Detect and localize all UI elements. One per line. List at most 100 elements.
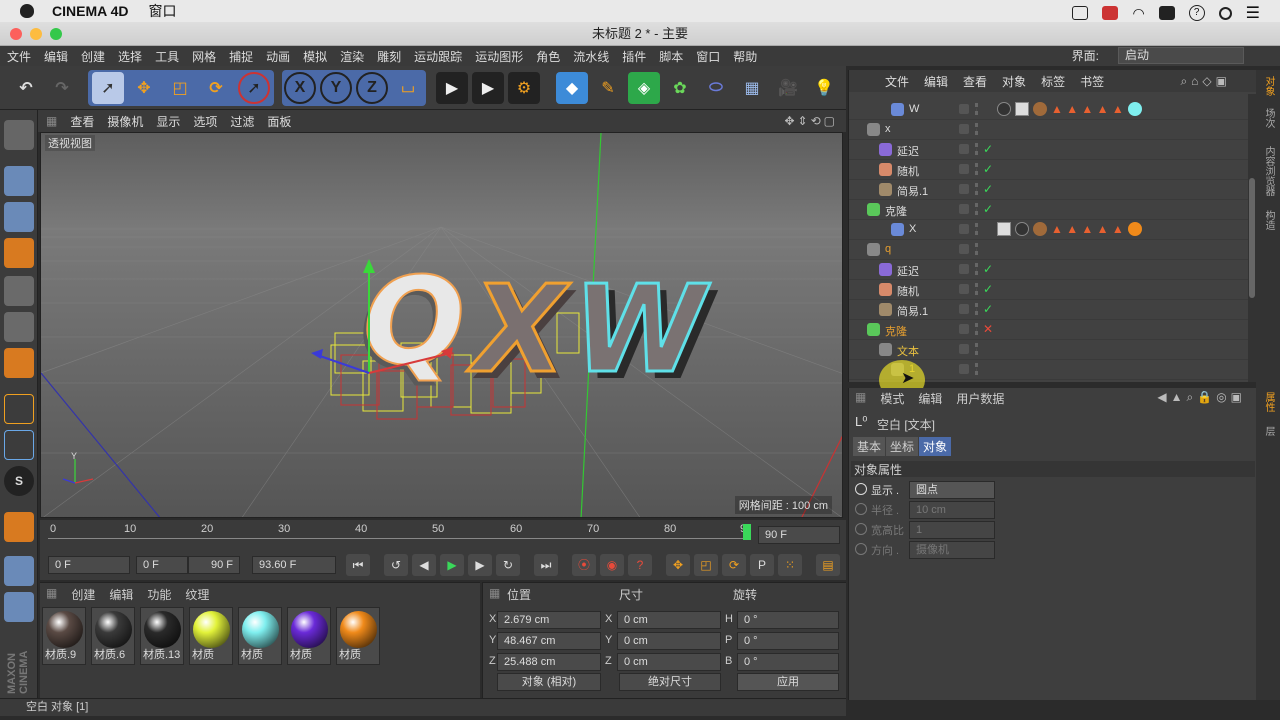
position-field[interactable]: 48.467 cm	[497, 632, 601, 650]
rotate-icon[interactable]: ⟳	[200, 72, 232, 104]
tweak-mode-icon[interactable]	[4, 430, 34, 460]
viewport-menu-display[interactable]: 显示	[156, 113, 180, 130]
timeline-end-field[interactable]: 90 F	[758, 526, 840, 544]
attr-menu-userdata[interactable]: 用户数据	[956, 390, 1004, 407]
object-row[interactable]: 延迟 ✓	[849, 140, 1249, 160]
material-swatch[interactable]: 材质	[336, 607, 380, 665]
menu-snap[interactable]: 捕捉	[229, 48, 253, 65]
coordinate-system-icon[interactable]: ⌴	[392, 72, 424, 104]
obj-menu-view[interactable]: 查看	[963, 73, 987, 90]
x-axis-lock-icon[interactable]: X	[284, 72, 316, 104]
attr-prop-field[interactable]: 1	[909, 521, 995, 539]
side-tab-layers[interactable]: 层	[1260, 426, 1276, 436]
object-row[interactable]: 随机 ✓	[849, 280, 1249, 300]
search-icon[interactable]	[1218, 6, 1232, 20]
material-tag-icon[interactable]	[1015, 222, 1029, 236]
cyan-material-tag-icon[interactable]	[1127, 102, 1142, 116]
menu-edit[interactable]: 编辑	[44, 48, 68, 65]
object-row[interactable]: 随机 ✓	[849, 160, 1249, 180]
size-field[interactable]: 0 cm	[617, 611, 721, 629]
prev-frame-icon[interactable]: ◀	[412, 554, 436, 576]
attr-nav-icons[interactable]: ◀▲⌕🔒◎▣	[1157, 390, 1246, 405]
menu-animate[interactable]: 动画	[266, 48, 290, 65]
side-tab-takes[interactable]: 场次	[1260, 108, 1276, 128]
snap-icon[interactable]: S	[4, 466, 34, 496]
side-tab-structure[interactable]: 构造	[1260, 210, 1276, 230]
apple-icon[interactable]	[20, 4, 34, 18]
redo-icon[interactable]: ↷	[46, 72, 78, 104]
menu-tools[interactable]: 工具	[155, 48, 179, 65]
auto-key-icon[interactable]: ◉	[600, 554, 624, 576]
animate-radio[interactable]	[855, 503, 867, 515]
material-swatch[interactable]: 材质.6	[91, 607, 135, 665]
goto-start-icon[interactable]: ⏮	[346, 554, 370, 576]
layer-icon[interactable]	[959, 204, 969, 214]
position-field[interactable]: 25.488 cm	[497, 653, 601, 671]
z-axis-lock-icon[interactable]: Z	[356, 72, 388, 104]
enabled-check-icon[interactable]: ✓	[983, 302, 993, 316]
tab-object[interactable]: 对象	[919, 437, 952, 456]
y-axis-lock-icon[interactable]: Y	[320, 72, 352, 104]
visibility-dots-icon[interactable]	[975, 103, 979, 115]
obj-menu-objects[interactable]: 对象	[1002, 73, 1026, 90]
enabled-check-icon[interactable]: ✓	[983, 162, 993, 176]
light-icon[interactable]: 💡	[808, 72, 840, 104]
size-field[interactable]: 0 cm	[617, 653, 721, 671]
attr-menu-mode[interactable]: 模式	[880, 390, 904, 407]
checker-tag-icon[interactable]	[1015, 102, 1029, 116]
cloner-icon[interactable]: ✿	[664, 72, 696, 104]
grid-snap-icon[interactable]	[4, 592, 34, 622]
material-tag-icon[interactable]	[997, 102, 1011, 116]
layer-icon[interactable]	[959, 224, 969, 234]
visibility-dots-icon[interactable]	[975, 363, 979, 375]
material-swatch[interactable]: 材质	[238, 607, 282, 665]
render-picture-viewer-icon[interactable]: ▶	[472, 72, 504, 104]
visibility-dots-icon[interactable]	[975, 283, 979, 295]
close-window-button[interactable]	[10, 28, 22, 40]
timeline-window-icon[interactable]: ▤	[816, 554, 840, 576]
obj-menu-file[interactable]: 文件	[885, 73, 909, 90]
material-menu-function[interactable]: 功能	[147, 586, 171, 603]
layer-icon[interactable]	[959, 364, 969, 374]
cube-icon[interactable]: ◆	[556, 72, 588, 104]
help-icon[interactable]: ?	[1188, 5, 1205, 21]
obj-menu-edit[interactable]: 编辑	[924, 73, 948, 90]
visibility-dots-icon[interactable]	[975, 343, 979, 355]
goto-end-icon[interactable]: ⏭	[534, 554, 558, 576]
object-list-scrollbar[interactable]	[1248, 94, 1256, 382]
play-icon[interactable]: ▶	[440, 554, 464, 576]
menu-motion-tracking[interactable]: 运动跟踪	[414, 48, 462, 65]
subdivision-icon[interactable]: ◈	[628, 72, 660, 104]
object-row[interactable]: 克隆 ✓	[849, 200, 1249, 220]
rotation-field[interactable]: 0 °	[737, 632, 839, 650]
menu-plugins[interactable]: 插件	[622, 48, 646, 65]
side-tab-content-browser[interactable]: 内容浏览器	[1260, 146, 1276, 196]
key-parameter-icon[interactable]: P	[750, 554, 774, 576]
visibility-dots-icon[interactable]	[975, 203, 979, 215]
visibility-dots-icon[interactable]	[975, 163, 979, 175]
floor-icon[interactable]: ▦	[736, 72, 768, 104]
viewport-menu-panel[interactable]: 面板	[267, 113, 291, 130]
coord-mode-select[interactable]: 对象 (相对)	[497, 673, 601, 691]
menu-window[interactable]: 窗口	[696, 48, 720, 65]
polygons-mode-icon[interactable]	[4, 348, 34, 378]
attr-menu-edit[interactable]: 编辑	[918, 390, 942, 407]
visibility-dots-icon[interactable]	[975, 323, 979, 335]
range-start-field[interactable]: 0 F	[136, 556, 188, 574]
points-mode-icon[interactable]	[4, 276, 34, 306]
material-swatch[interactable]: 材质.13	[140, 607, 184, 665]
model-mode-icon[interactable]	[4, 166, 34, 196]
animate-radio[interactable]	[855, 543, 867, 555]
layout-select[interactable]: 启动	[1118, 47, 1244, 64]
pen-icon[interactable]: ✎	[592, 72, 624, 104]
key-scale-icon[interactable]: ◰	[694, 554, 718, 576]
object-row[interactable]: 简易.1 ✓	[849, 300, 1249, 320]
viewport-menu-cameras[interactable]: 摄像机	[107, 113, 143, 130]
layer-icon[interactable]	[959, 324, 969, 334]
next-frame-icon[interactable]: ▶	[468, 554, 492, 576]
key-rotation-icon[interactable]: ⟳	[722, 554, 746, 576]
edges-mode-icon[interactable]	[4, 312, 34, 342]
object-row[interactable]: 简易.1 ✓	[849, 180, 1249, 200]
make-editable-icon[interactable]	[4, 120, 34, 150]
layer-icon[interactable]	[959, 244, 969, 254]
